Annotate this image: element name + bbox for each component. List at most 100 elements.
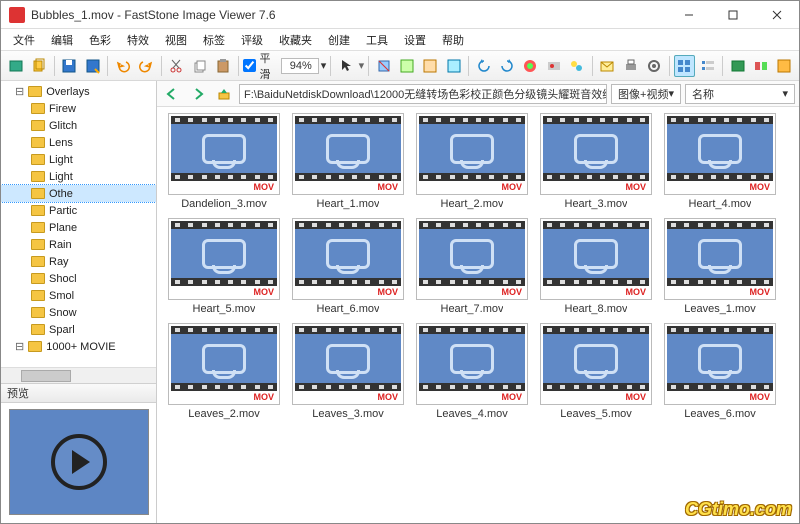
- tree-item[interactable]: ⊟Overlays: [1, 83, 156, 100]
- acquire-icon[interactable]: [5, 55, 26, 77]
- resize-icon[interactable]: [396, 55, 417, 77]
- thumbnail-label: Leaves_5.mov: [560, 405, 632, 424]
- sort-dropdown[interactable]: 名称▾: [685, 84, 795, 104]
- thumbnail-item[interactable]: MOVHeart_8.mov: [537, 218, 655, 319]
- forward-button[interactable]: [187, 84, 209, 104]
- minimize-button[interactable]: [667, 1, 711, 29]
- tree-item[interactable]: Glitch: [1, 117, 156, 134]
- path-input[interactable]: F:\BaiduNetdiskDownload\12000无缝转场色彩校正颜色分…: [239, 84, 607, 104]
- tree-item[interactable]: Firew: [1, 100, 156, 117]
- copy2-icon[interactable]: [189, 55, 210, 77]
- tree-item[interactable]: Light: [1, 168, 156, 185]
- video-icon: [450, 239, 494, 269]
- crop-icon[interactable]: [373, 55, 394, 77]
- menu-评级[interactable]: 评级: [233, 30, 271, 50]
- undo-icon[interactable]: [112, 55, 133, 77]
- window-title: Bubbles_1.mov - FastStone Image Viewer 7…: [31, 8, 667, 22]
- menu-色彩[interactable]: 色彩: [81, 30, 119, 50]
- menu-特效[interactable]: 特效: [119, 30, 157, 50]
- separator: [722, 56, 723, 76]
- smooth-label: 平滑: [260, 50, 279, 82]
- settings-icon[interactable]: [643, 55, 664, 77]
- thumbnail-item[interactable]: MOVDandelion_3.mov: [165, 113, 283, 214]
- tree-item[interactable]: Sparl: [1, 321, 156, 338]
- menu-收藏夹[interactable]: 收藏夹: [271, 30, 320, 50]
- cut-icon[interactable]: [166, 55, 187, 77]
- separator: [468, 56, 469, 76]
- canvas-icon[interactable]: [420, 55, 441, 77]
- menu-标签[interactable]: 标签: [195, 30, 233, 50]
- tree-item[interactable]: Lens: [1, 134, 156, 151]
- thumbnail-label: Heart_1.mov: [317, 195, 380, 214]
- thumbnail-item[interactable]: MOVHeart_3.mov: [537, 113, 655, 214]
- thumbnail-grid[interactable]: MOVDandelion_3.mov MOV Heart_1.mov MOVHeart…: [157, 107, 799, 523]
- preview-thumbnail[interactable]: [9, 409, 149, 515]
- smooth-checkbox[interactable]: [243, 59, 256, 72]
- tree-item[interactable]: Snow: [1, 304, 156, 321]
- view-list-icon[interactable]: [697, 55, 718, 77]
- tool-dropdown-icon[interactable]: ▾: [359, 59, 365, 72]
- print-icon[interactable]: [620, 55, 641, 77]
- redo-icon[interactable]: [135, 55, 156, 77]
- maximize-button[interactable]: [711, 1, 755, 29]
- tree-item[interactable]: Shocl: [1, 270, 156, 287]
- thumbnail-item[interactable]: MOVLeaves_2.mov: [165, 323, 283, 424]
- thumbnail-item[interactable]: MOVHeart_4.mov: [661, 113, 779, 214]
- tree-item[interactable]: Othe: [1, 185, 156, 202]
- format-badge: MOV: [377, 182, 398, 192]
- menu-设置[interactable]: 设置: [396, 30, 434, 50]
- tree-item[interactable]: Smol: [1, 287, 156, 304]
- thumbnail-item[interactable]: MOVHeart_2.mov: [413, 113, 531, 214]
- tree-item[interactable]: Light: [1, 151, 156, 168]
- tree-item[interactable]: Rain: [1, 236, 156, 253]
- zoom-dropdown-icon[interactable]: ▾: [321, 59, 327, 72]
- thumbnail-label: Heart_2.mov: [441, 195, 504, 214]
- thumbnail-item[interactable]: MOVLeaves_6.mov: [661, 323, 779, 424]
- menu-视图[interactable]: 视图: [157, 30, 195, 50]
- effects-icon[interactable]: [566, 55, 587, 77]
- folder-tree[interactable]: ⊟OverlaysFirewGlitchLensLightLightOthePa…: [1, 81, 156, 367]
- up-button[interactable]: [213, 84, 235, 104]
- tree-scrollbar[interactable]: [1, 367, 156, 383]
- close-button[interactable]: [755, 1, 799, 29]
- tree-item[interactable]: Ray: [1, 253, 156, 270]
- video-icon: [202, 134, 246, 164]
- saveas-icon[interactable]: [82, 55, 103, 77]
- menu-创建[interactable]: 创建: [320, 30, 358, 50]
- thumbnail-item[interactable]: MOVLeaves_4.mov: [413, 323, 531, 424]
- menu-文件[interactable]: 文件: [5, 30, 43, 50]
- adjust-icon[interactable]: [543, 55, 564, 77]
- menu-工具[interactable]: 工具: [358, 30, 396, 50]
- back-button[interactable]: [161, 84, 183, 104]
- thumbnail-item[interactable]: MOVHeart_6.mov: [289, 218, 407, 319]
- color-icon[interactable]: [520, 55, 541, 77]
- rotate-right-icon[interactable]: [497, 55, 518, 77]
- thumbnail-item[interactable]: MOVLeaves_1.mov: [661, 218, 779, 319]
- pointer-icon[interactable]: [335, 55, 356, 77]
- save-icon[interactable]: [59, 55, 80, 77]
- folder-icon: [31, 154, 45, 165]
- tree-item[interactable]: Partic: [1, 202, 156, 219]
- folder-icon: [31, 171, 45, 182]
- thumbnail-item[interactable]: MOVLeaves_5.mov: [537, 323, 655, 424]
- rotate-left-icon[interactable]: [473, 55, 494, 77]
- thumbnail-item[interactable]: MOVLeaves_3.mov: [289, 323, 407, 424]
- tree-label: Ray: [49, 256, 69, 268]
- compare-icon[interactable]: [750, 55, 771, 77]
- zoom-value[interactable]: 94%: [281, 58, 319, 74]
- paste-icon[interactable]: [212, 55, 233, 77]
- tree-item[interactable]: Plane: [1, 219, 156, 236]
- view-thumbnails-icon[interactable]: [674, 55, 695, 77]
- tree-item[interactable]: ⊟1000+ MOVIE: [1, 338, 156, 355]
- thumbnail-item[interactable]: MOVHeart_5.mov: [165, 218, 283, 319]
- filter-type-dropdown[interactable]: 图像+视频 ▾: [611, 84, 681, 104]
- copy-icon[interactable]: [28, 55, 49, 77]
- thumbnail-item[interactable]: MOVHeart_7.mov: [413, 218, 531, 319]
- thumbnail-item[interactable]: MOV Heart_1.mov: [289, 113, 407, 214]
- fullscreen-icon[interactable]: [774, 55, 795, 77]
- draw-icon[interactable]: [443, 55, 464, 77]
- menu-帮助[interactable]: 帮助: [434, 30, 472, 50]
- email-icon[interactable]: [597, 55, 618, 77]
- slideshow-icon[interactable]: [727, 55, 748, 77]
- menu-编辑[interactable]: 编辑: [43, 30, 81, 50]
